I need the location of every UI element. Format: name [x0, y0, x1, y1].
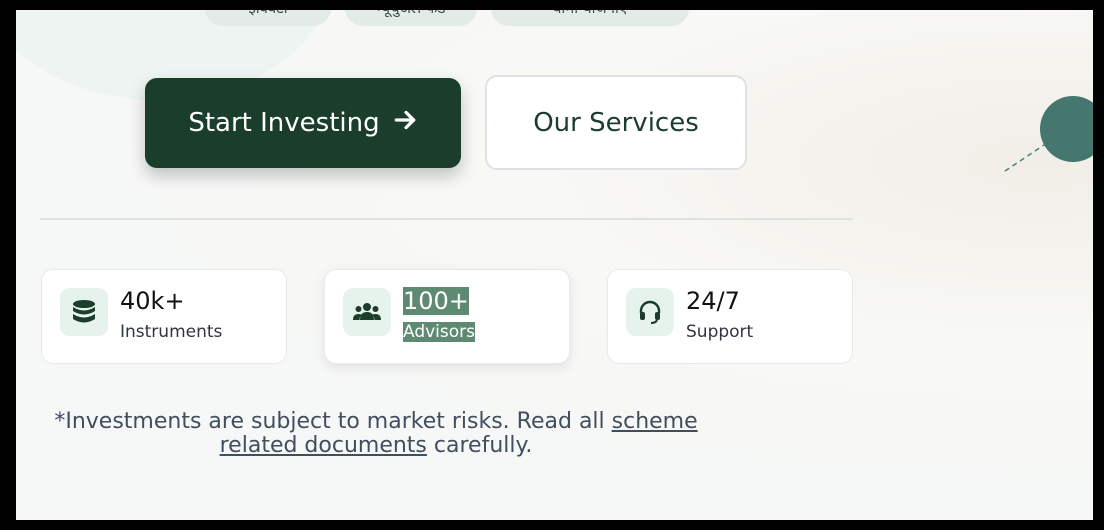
stat-label-selected: Advisors	[403, 322, 476, 342]
risk-disclaimer: *Investments are subject to market risks…	[40, 410, 712, 458]
stat-label: Advisors	[403, 321, 476, 343]
our-services-button[interactable]: Our Services	[485, 75, 747, 170]
start-investing-button[interactable]: Start Investing	[145, 78, 461, 168]
stat-value: 24/7	[686, 287, 740, 315]
start-investing-label: Start Investing	[188, 108, 380, 138]
headset-icon	[626, 288, 674, 336]
tag-pill-1[interactable]: इक्विटी	[205, 10, 331, 26]
arrow-right-icon	[392, 107, 418, 140]
stat-value: 40k+	[120, 287, 185, 315]
disclaimer-prefix: *Investments are subject to market risks…	[54, 409, 612, 434]
tag-pill-2[interactable]: म्यूचुअल फंड	[345, 10, 477, 26]
hero-section: इक्विटी म्यूचुअल फंड बीमा योजनाएं Start …	[16, 10, 1093, 520]
stat-card-instruments: 40k+ Instruments	[41, 269, 287, 364]
stat-value: 100+	[403, 286, 469, 316]
database-icon	[60, 288, 108, 336]
stat-label: Instruments	[120, 322, 223, 342]
tag-pill-3[interactable]: बीमा योजनाएं	[491, 10, 689, 26]
stat-value-selected: 100+	[403, 287, 469, 315]
stat-card-advisors: 100+ Advisors	[324, 269, 570, 364]
stat-label: Support	[686, 322, 754, 342]
stat-card-support: 24/7 Support	[607, 269, 853, 364]
divider	[40, 218, 853, 220]
disclaimer-suffix: carefully.	[426, 433, 533, 458]
users-icon	[343, 288, 391, 336]
